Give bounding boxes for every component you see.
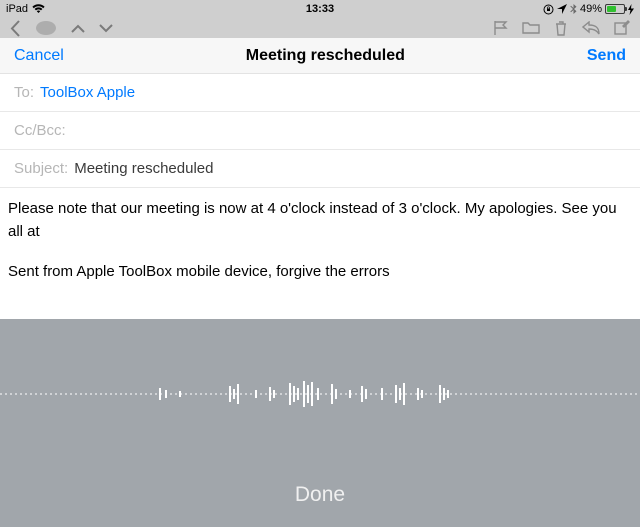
ccbcc-label: Cc/Bcc: xyxy=(14,122,66,139)
status-time: 13:33 xyxy=(306,3,334,15)
waveform-icon xyxy=(0,376,640,412)
rotation-lock-icon xyxy=(543,4,554,15)
compose-title: Meeting rescheduled xyxy=(246,47,405,65)
status-left: iPad xyxy=(6,3,45,15)
body-text: Please note that our meeting is now at 4… xyxy=(8,198,632,243)
location-icon xyxy=(557,4,567,14)
to-field[interactable]: To: ToolBox Apple xyxy=(0,74,640,112)
ccbcc-field[interactable]: Cc/Bcc: xyxy=(0,112,640,150)
battery-icon xyxy=(605,4,625,14)
background-toolbar xyxy=(0,18,640,38)
bluetooth-icon xyxy=(570,4,577,15)
send-button[interactable]: Send xyxy=(587,47,626,65)
folder-icon xyxy=(522,21,540,35)
dictation-panel: Done xyxy=(0,319,640,527)
subject-value: Meeting rescheduled xyxy=(74,160,213,177)
charging-icon xyxy=(628,4,634,15)
avatar-icon xyxy=(35,20,57,36)
to-value: ToolBox Apple xyxy=(40,84,135,101)
device-label: iPad xyxy=(6,3,28,15)
status-right: 49% xyxy=(543,3,634,15)
message-body[interactable]: Please note that our meeting is now at 4… xyxy=(0,188,640,294)
compose-bg-icon xyxy=(614,20,630,36)
status-bar: iPad 13:33 49% xyxy=(0,0,640,18)
back-icon xyxy=(10,20,21,37)
chevron-up-icon xyxy=(71,24,85,33)
trash-icon xyxy=(554,20,568,36)
flag-icon xyxy=(493,20,508,36)
compose-fields: To: ToolBox Apple Cc/Bcc: Subject: Meeti… xyxy=(0,74,640,188)
subject-label: Subject: xyxy=(14,160,68,177)
reply-icon xyxy=(582,21,600,35)
to-label: To: xyxy=(14,84,34,101)
cancel-button[interactable]: Cancel xyxy=(14,47,64,65)
signature: Sent from Apple ToolBox mobile device, f… xyxy=(8,261,632,284)
done-button[interactable]: Done xyxy=(0,469,640,527)
chevron-down-icon xyxy=(99,24,113,33)
waveform-area[interactable] xyxy=(0,319,640,469)
wifi-icon xyxy=(32,4,45,14)
battery-percent: 49% xyxy=(580,3,602,15)
compose-header: Cancel Meeting rescheduled Send xyxy=(0,38,640,74)
subject-field[interactable]: Subject: Meeting rescheduled xyxy=(0,150,640,188)
